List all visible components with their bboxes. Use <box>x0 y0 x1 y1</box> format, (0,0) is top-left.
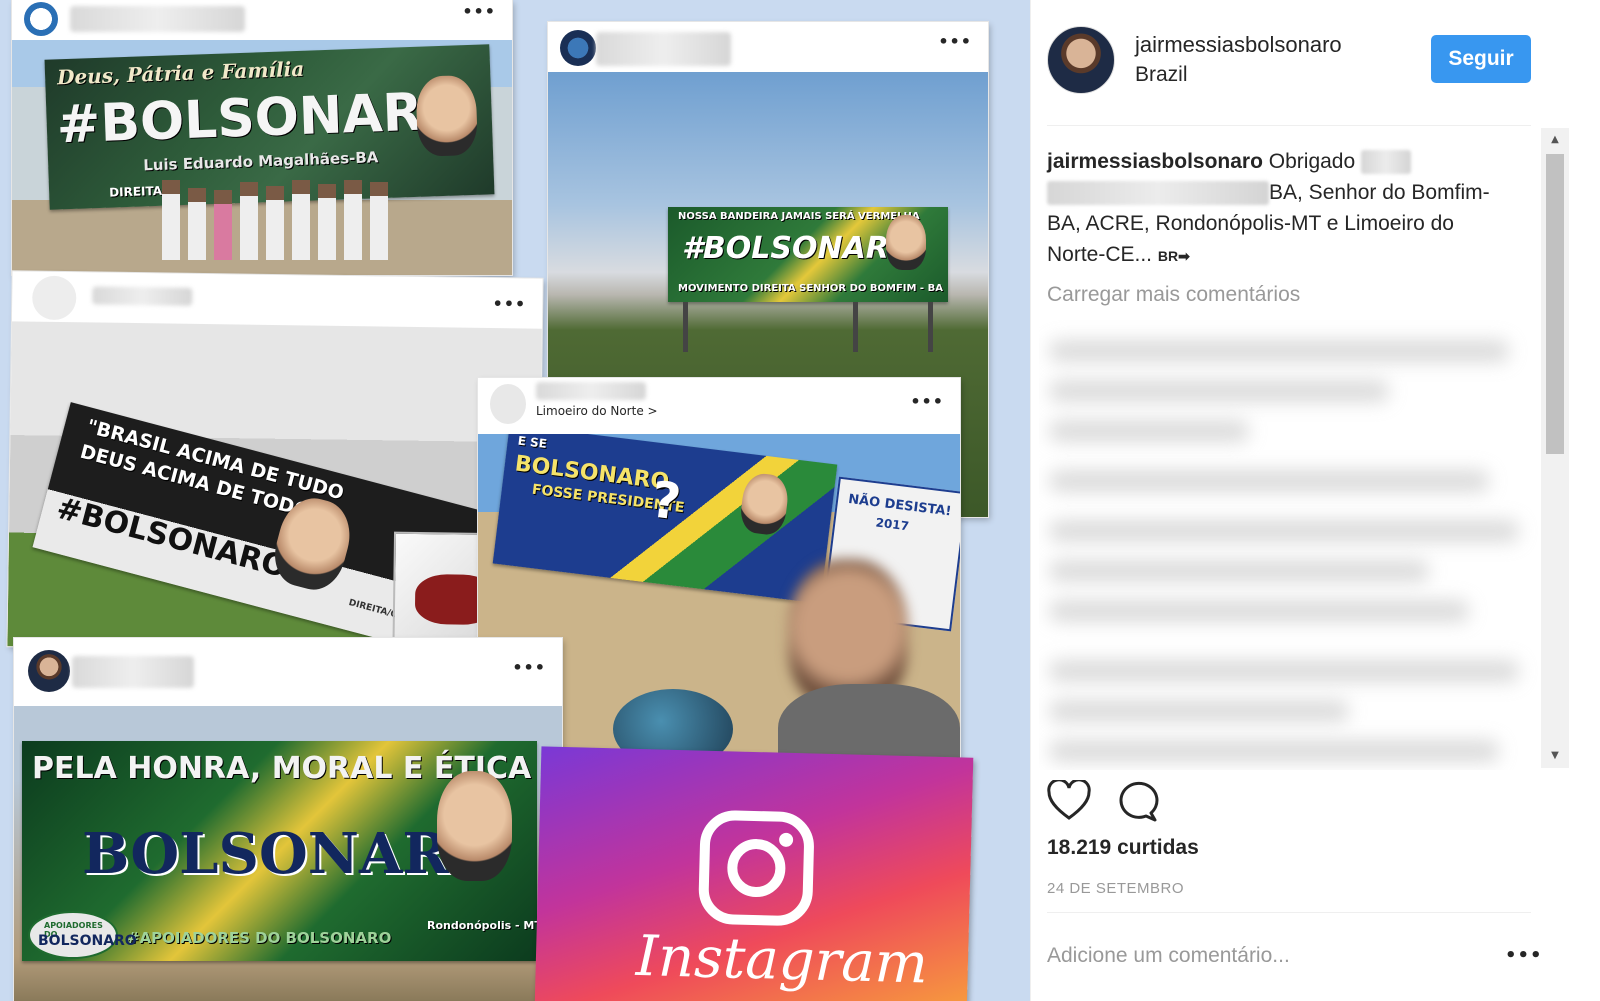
comment-icon[interactable] <box>1115 780 1159 822</box>
people-group <box>162 170 432 260</box>
profile-location[interactable]: Brazil <box>1135 63 1188 87</box>
sign-text: NÃO DESISTA! <box>847 491 953 520</box>
portrait <box>437 771 512 881</box>
post-header: ••• <box>14 638 562 706</box>
portrait <box>738 471 791 537</box>
load-more-comments-link[interactable]: Carregar mais comentários <box>1047 283 1300 307</box>
avatar[interactable] <box>560 30 596 66</box>
avatar[interactable] <box>28 650 70 692</box>
billboard: PELA HONRA, MORAL E ÉTICA BOLSONARO #APO… <box>22 741 537 961</box>
profile-username[interactable]: jairmessiasbolsonaro <box>1135 32 1342 58</box>
redacted-username <box>72 656 194 688</box>
redacted-username <box>536 382 646 400</box>
instagram-logo-card: Instagram <box>534 746 974 1001</box>
post-location[interactable]: Limoeiro do Norte > <box>536 404 658 418</box>
redacted-username <box>92 286 193 306</box>
more-options-icon[interactable]: ••• <box>492 294 526 313</box>
portrait <box>886 215 926 270</box>
billboard: NOSSA BANDEIRA JAMAIS SERÁ VERMELHA #BOL… <box>668 207 948 302</box>
billboard-text: Deus, Pátria e Família <box>56 56 305 90</box>
post-header: ••• <box>12 0 512 40</box>
billboard-text: #BOLSONARO <box>682 231 915 266</box>
post-photo: "BRASIL ACIMA DE TUDO DEUS ACIMA DE TODO… <box>7 321 542 654</box>
more-options-icon[interactable]: ••• <box>910 392 944 411</box>
add-comment-input[interactable]: Adicione um comentário... <box>1047 944 1290 968</box>
billboard: E SE BOLSONARO FOSSE PRESIDENTE ? <box>492 434 838 604</box>
post-side-panel: jairmessiasbolsonaro Brazil Seguir jairm… <box>1030 0 1600 1001</box>
billboard-text: DIREITA <box>108 183 163 200</box>
redacted-text <box>1047 181 1269 206</box>
caption-username[interactable]: jairmessiasbolsonaro <box>1047 150 1263 173</box>
billboard-text: ? <box>648 470 685 532</box>
billboard-text: BOLSONARO <box>82 821 498 887</box>
billboard-text: Rondonópolis - MT <box>427 919 537 932</box>
post-photo: PELA HONRA, MORAL E ÉTICA BOLSONARO #APO… <box>14 706 562 1001</box>
billboard-text: E SE <box>517 434 548 452</box>
avatar[interactable] <box>490 384 526 424</box>
more-options-icon[interactable]: ••• <box>462 2 496 21</box>
instagram-wordmark: Instagram <box>635 923 929 997</box>
scroll-up-arrow-icon[interactable]: ▲ <box>1541 128 1569 152</box>
post-header: ••• <box>548 22 988 72</box>
avatar[interactable] <box>24 2 58 36</box>
post-card-3: ••• "BRASIL ACIMA DE TUDO DEUS ACIMA DE … <box>7 271 543 654</box>
photo-collage: ••• Deus, Pátria e Família #BOLSONARO Lu… <box>0 0 1030 1001</box>
more-options-icon[interactable]: ••• <box>512 658 546 677</box>
comments-scrollbar[interactable]: ▲ ▼ <box>1541 128 1569 768</box>
post-header: ••• <box>11 271 543 329</box>
sign-text: 2017 <box>874 515 910 534</box>
flag-emoji: BR➡ <box>1157 248 1190 264</box>
more-options-icon[interactable]: ••• <box>938 32 972 51</box>
post-caption: jairmessiasbolsonaro Obrigado BA, Senhor… <box>1047 146 1517 272</box>
caption-text: Obrigado <box>1268 150 1356 173</box>
profile-avatar[interactable] <box>1047 26 1115 94</box>
divider <box>1047 125 1531 126</box>
more-options-icon[interactable]: ••• <box>1505 945 1543 966</box>
portrait <box>415 74 479 157</box>
post-header: Limoeiro do Norte > ••• <box>478 378 960 434</box>
post-date: 24 DE SETEMBRO <box>1047 880 1185 897</box>
redacted-username <box>596 32 731 66</box>
scroll-thumb[interactable] <box>1546 154 1564 454</box>
divider <box>1047 912 1531 913</box>
post-card-5: ••• PELA HONRA, MORAL E ÉTICA BOLSONARO … <box>14 638 562 1001</box>
like-count[interactable]: 18.219 curtidas <box>1047 836 1199 860</box>
billboard-text: #BOLSONARO <box>55 81 468 156</box>
instagram-logo-icon <box>698 810 814 926</box>
blurred-comments <box>1039 320 1539 770</box>
scroll-down-arrow-icon[interactable]: ▼ <box>1541 744 1569 768</box>
post-photo: Deus, Pátria e Família #BOLSONARO Luis E… <box>12 40 512 275</box>
badge: APOIADORES DO BOLSONARO <box>28 911 137 959</box>
avatar[interactable] <box>31 275 77 321</box>
post-card-1: ••• Deus, Pátria e Família #BOLSONARO Lu… <box>12 0 512 275</box>
billboard-text: #APOIADORES DO BOLSONARO <box>127 929 392 947</box>
follow-button[interactable]: Seguir <box>1431 35 1531 83</box>
redacted-username <box>70 6 245 32</box>
billboard-text: NOSSA BANDEIRA JAMAIS SERÁ VERMELHA <box>678 211 920 222</box>
billboard-text: MOVIMENTO DIREITA SENHOR DO BOMFIM - BA <box>678 283 943 294</box>
redacted-text <box>1361 150 1412 175</box>
heart-icon[interactable] <box>1047 780 1091 822</box>
